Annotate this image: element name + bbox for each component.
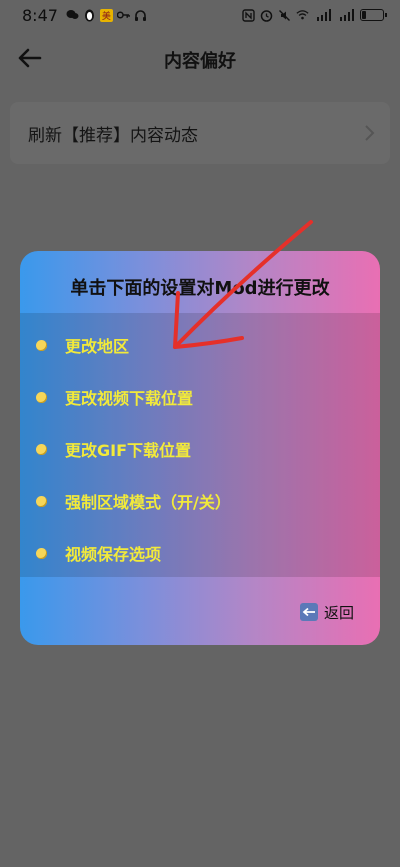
chat-bubble-icon	[66, 9, 79, 22]
emoji-face-icon	[36, 443, 47, 455]
back-label: 返回	[323, 603, 354, 622]
penguin-icon	[83, 9, 96, 22]
back-arrow-icon	[299, 603, 318, 621]
signal-icon-1	[314, 9, 332, 22]
option-label: 更改视频下载位置	[65, 389, 194, 408]
refresh-recommend-row[interactable]: 刷新【推荐】内容动态	[10, 102, 390, 164]
status-bar-right	[242, 8, 387, 22]
settings-row-label: 刷新【推荐】内容动态	[28, 126, 198, 146]
emoji-face-icon	[36, 495, 47, 507]
dialog-back-button[interactable]: 返回	[299, 601, 354, 623]
status-bar-left: 8:47 美	[22, 6, 147, 25]
app-header: 内容偏好	[0, 30, 400, 86]
wifi-icon	[296, 9, 309, 22]
app-badge-icon: 美	[99, 8, 113, 22]
dialog-options-list: 更改地区 更改视频下载位置 更改GIF下载位置 强制区域模式（开/关） 视频保存…	[20, 313, 380, 577]
option-change-gif-download-location[interactable]: 更改GIF下载位置	[20, 429, 380, 469]
option-change-region[interactable]: 更改地区	[20, 325, 380, 365]
emoji-face-icon	[36, 339, 47, 351]
status-time: 8:47	[22, 5, 58, 25]
page-title: 内容偏好	[164, 51, 236, 72]
mute-icon	[278, 9, 291, 22]
option-change-video-download-location[interactable]: 更改视频下载位置	[20, 377, 380, 417]
status-bar: 8:47 美	[0, 0, 400, 30]
headphones-icon	[134, 9, 147, 22]
alarm-icon	[260, 9, 273, 22]
chevron-right-icon	[365, 125, 375, 141]
emoji-face-icon	[36, 547, 47, 559]
option-video-save-options[interactable]: 视频保存选项	[20, 533, 380, 573]
mod-settings-dialog: 单击下面的设置对Mod进行更改 更改地区 更改视频下载位置 更改GIF下载位置 …	[20, 251, 380, 645]
dialog-title: 单击下面的设置对Mod进行更改	[70, 278, 330, 299]
signal-icon-2	[337, 9, 355, 22]
emoji-face-icon	[36, 391, 47, 403]
option-label: 更改GIF下载位置	[65, 441, 192, 460]
nfc-icon	[242, 8, 255, 22]
key-icon	[116, 9, 130, 22]
option-label: 强制区域模式（开/关）	[65, 493, 231, 512]
option-label: 更改地区	[65, 337, 130, 356]
option-label: 视频保存选项	[65, 545, 162, 564]
option-force-region-mode[interactable]: 强制区域模式（开/关）	[20, 481, 380, 521]
battery-icon	[360, 9, 387, 21]
